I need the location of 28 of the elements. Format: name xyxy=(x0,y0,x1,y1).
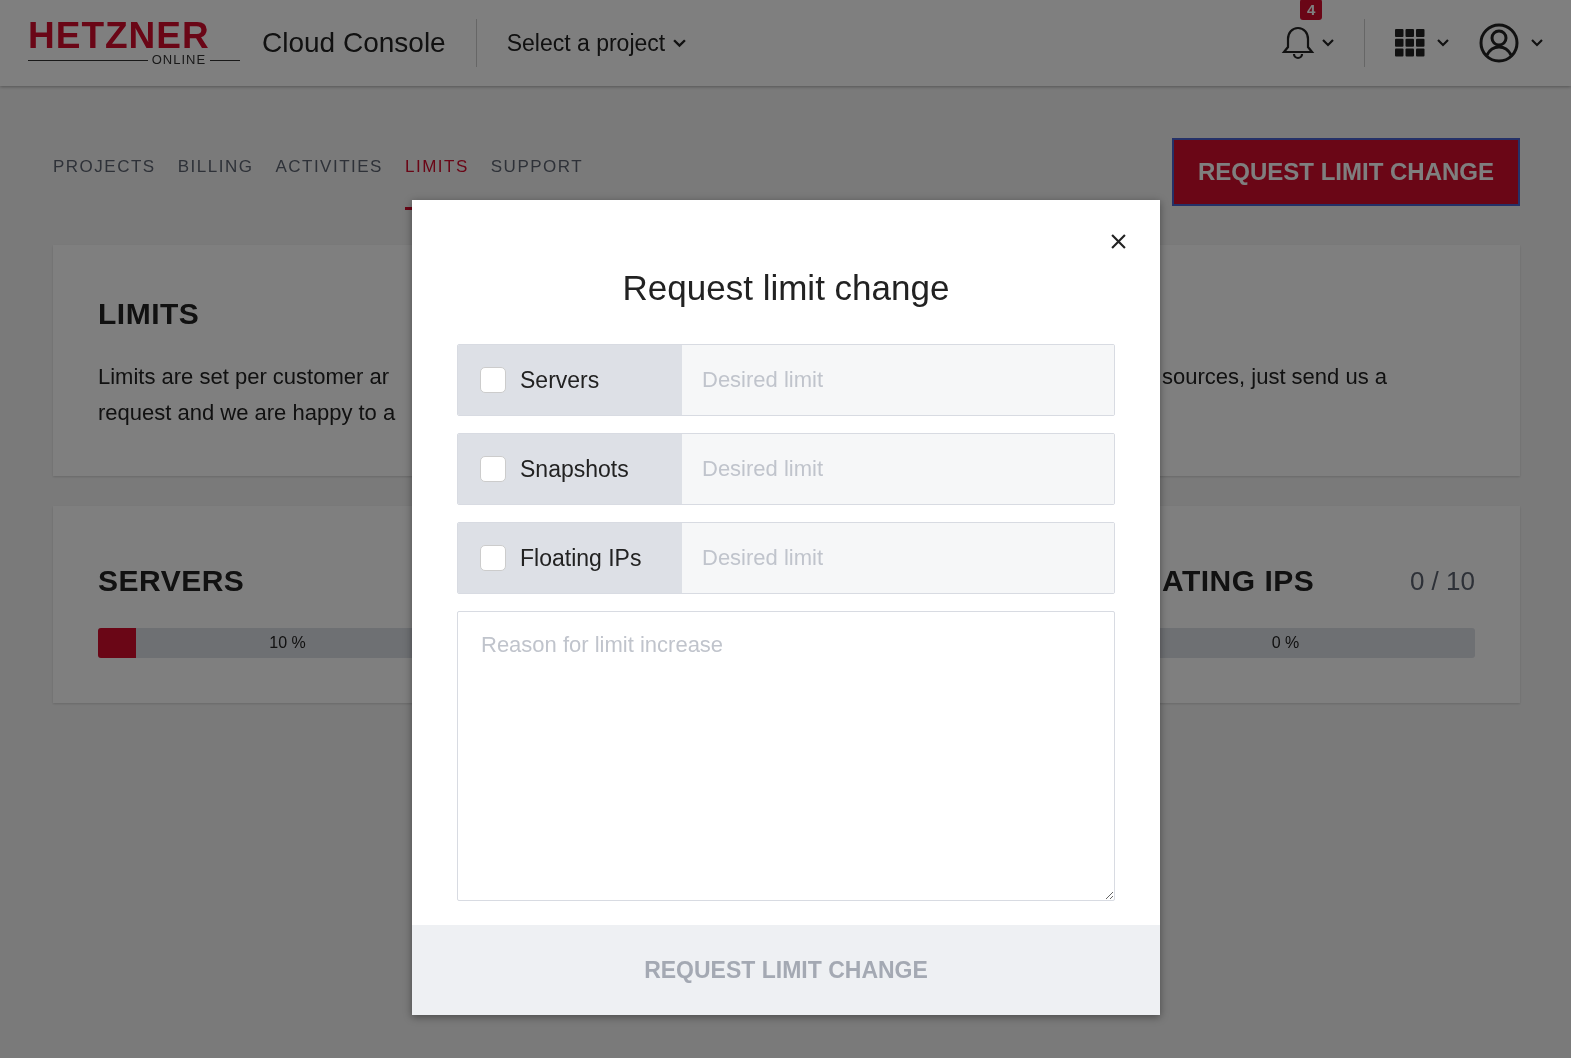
app-title: Cloud Console xyxy=(262,27,446,59)
notification-badge: 4 xyxy=(1300,0,1323,20)
logo-subtitle: ONLINE xyxy=(28,53,240,67)
dialog-title: Request limit change xyxy=(621,268,951,308)
nav-tab[interactable]: SUPPORT xyxy=(490,156,584,210)
limits-description: request and we are happy to a xyxy=(98,399,397,427)
app-grid-icon[interactable] xyxy=(1395,29,1425,57)
limits-description: sources, just send us a xyxy=(1162,363,1388,391)
logo-wordmark[interactable]: HETZNER xyxy=(28,19,240,53)
usage-percent: 10 % xyxy=(269,634,306,652)
chevron-down-icon[interactable] xyxy=(1322,39,1334,47)
resource-title: SERVERS xyxy=(98,564,245,598)
nav-tab[interactable]: ACTIVITIES xyxy=(275,156,383,210)
project-selector[interactable]: Select a project xyxy=(506,29,687,57)
resource-title: ATING IPS xyxy=(1162,564,1315,598)
request-limit-change-button[interactable]: REQUEST LIMIT CHANGE xyxy=(1172,137,1520,206)
limits-title: LIMITS xyxy=(98,297,201,331)
reason-textarea[interactable]: Reason for limit increase xyxy=(457,611,1115,901)
chevron-down-icon[interactable] xyxy=(1437,39,1449,47)
caret-icon xyxy=(673,38,687,48)
bell-icon[interactable] xyxy=(1280,25,1316,61)
limits-description: Limits are set per customer ar xyxy=(98,363,390,391)
user-avatar-icon[interactable] xyxy=(1479,23,1519,63)
usage-percent: 0 % xyxy=(1271,634,1300,652)
nav-tab[interactable]: PROJECTS xyxy=(53,156,156,210)
chevron-down-icon[interactable] xyxy=(1531,39,1543,47)
nav-tab[interactable]: BILLING xyxy=(177,156,254,210)
resource-count: 0 / 10 xyxy=(1409,565,1475,597)
